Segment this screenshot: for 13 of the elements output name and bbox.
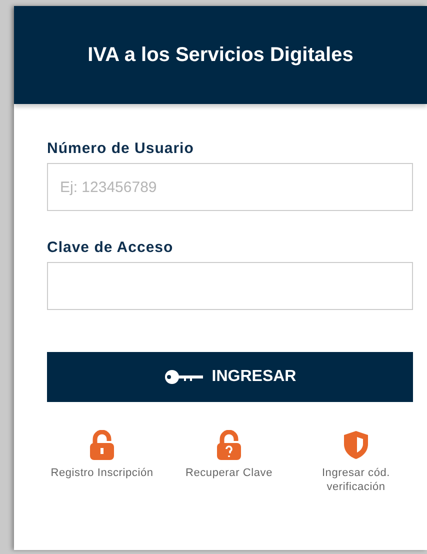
link-item[interactable]: Ingresar cód. verificación [301, 430, 411, 495]
login-button[interactable]: INGRESAR [47, 352, 413, 402]
page-title: IVA a los Servicios Digitales [88, 44, 354, 66]
key-icon [164, 369, 204, 385]
padlock-icon [216, 430, 242, 460]
field-label: Clave de Acceso [47, 239, 174, 256]
padlock-icon [89, 430, 115, 460]
link-item[interactable]: Recuperar Clave [174, 430, 284, 495]
input-field[interactable]: Ej: 123456789 [47, 163, 413, 211]
shield-icon [343, 430, 369, 460]
field-label: Número de Usuario [47, 140, 195, 157]
link-item[interactable]: Registro Inscripción [47, 430, 157, 495]
input-field[interactable] [47, 262, 413, 310]
